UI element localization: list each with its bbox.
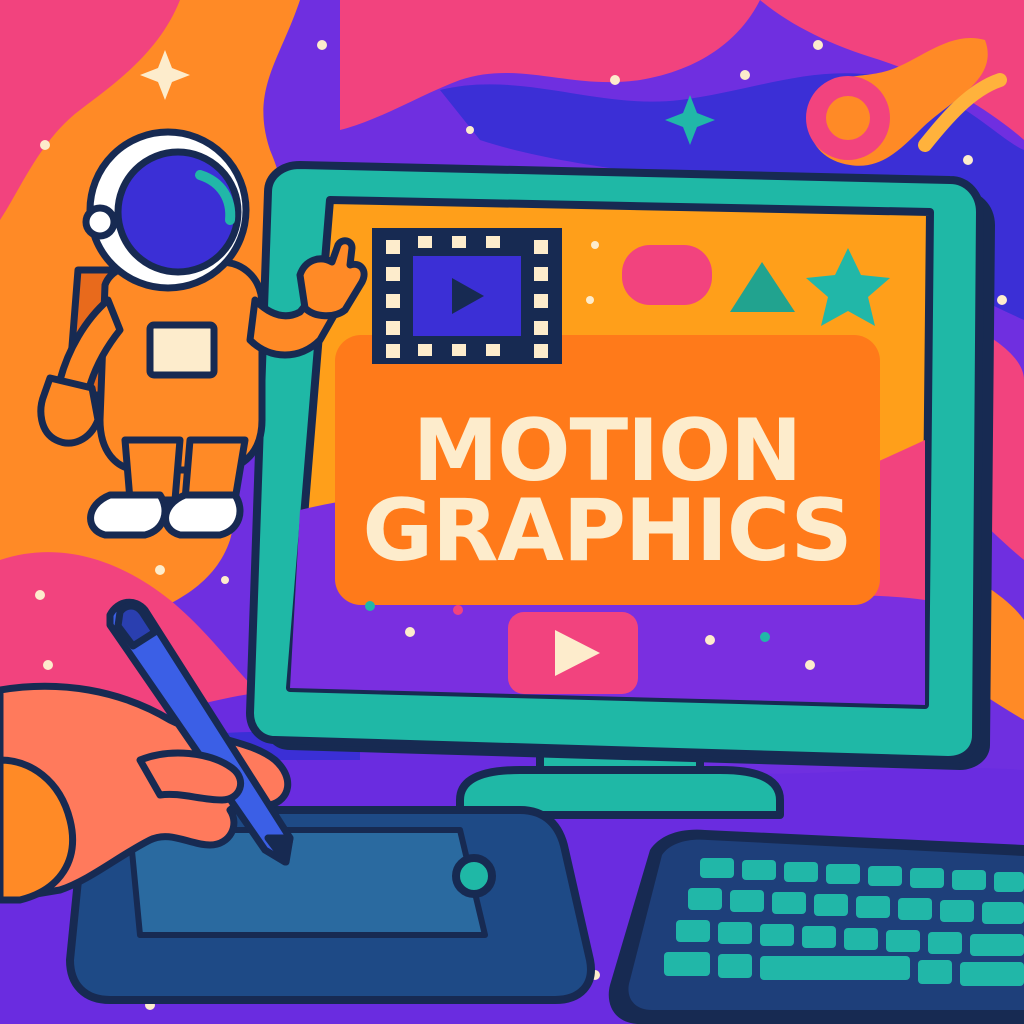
monitor: MOTION GRAPHICS <box>246 161 995 770</box>
title-line-2: GRAPHICS <box>362 481 851 581</box>
keyboard <box>608 829 1024 1024</box>
motion-graphics-illustration: MOTION GRAPHICS <box>0 0 1024 1024</box>
pill-shape <box>622 245 712 305</box>
film-strip-icon <box>372 228 562 364</box>
play-button <box>508 612 638 694</box>
